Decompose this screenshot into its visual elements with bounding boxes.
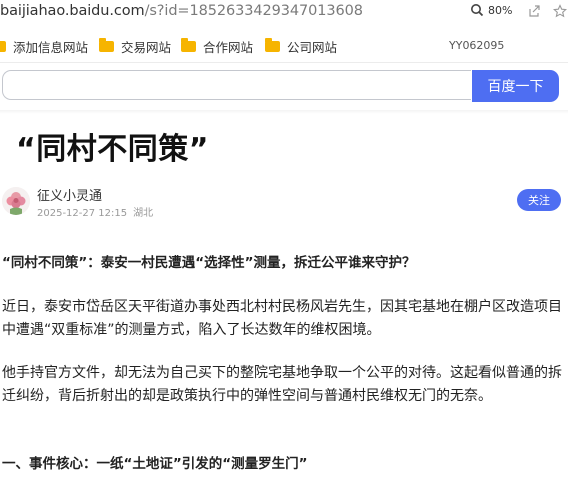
search-button[interactable]: 百度一下 <box>472 70 559 102</box>
section-heading: 一、事件核心：一纸“土地证”引发的“测量罗生门” <box>2 456 308 472</box>
address-bar[interactable]: baijiahao.baidu.com/s?id=185263342934701… <box>0 0 568 26</box>
url-host: baijiahao.baidu.com <box>0 3 145 19</box>
bookmark-label: 合作网站 <box>203 40 254 55</box>
zoom-indicator[interactable]: 80% <box>470 3 512 17</box>
folder-icon <box>0 41 6 52</box>
publish-location: 湖北 <box>133 208 154 219</box>
bookmark-code: YY062095 <box>449 39 505 52</box>
share-icon[interactable] <box>527 4 541 18</box>
article-paragraph: 他手持官方文件，却无法为自己买下的整院宅基地争取一个公平的对待。这起看似普通的拆… <box>2 365 562 404</box>
author-block: 征义小灵通 2025-12-27 12:15 湖北 关注 <box>0 183 568 223</box>
star-icon[interactable] <box>553 4 567 18</box>
header-divider <box>0 110 568 114</box>
url-text[interactable]: baijiahao.baidu.com/s?id=185263342934701… <box>0 3 363 19</box>
bookmark-label: 添加信息网站 <box>13 40 89 55</box>
avatar[interactable] <box>2 187 30 215</box>
bookmark-item[interactable]: 合作网站 <box>181 37 253 56</box>
bookmark-item[interactable]: 交易网站 <box>99 37 171 56</box>
article-lead: “同村不同策”：泰安一村民遭遇“选择性”测量，拆迁公平谁来守护？ <box>2 255 416 271</box>
follow-button[interactable]: 关注 <box>517 189 561 211</box>
bookmark-label: 交易网站 <box>121 40 172 55</box>
publish-date: 2025-12-27 12:15 <box>37 208 128 219</box>
flower-icon <box>2 187 30 215</box>
url-path: /s?id=1852633429347013608 <box>144 3 363 19</box>
zoom-icon <box>471 4 484 17</box>
bookmark-item[interactable]: 添加信息网站 <box>0 37 88 56</box>
author-meta: 2025-12-27 12:15 湖北 <box>37 204 153 219</box>
folder-icon <box>265 38 280 52</box>
zoom-level: 80% <box>488 3 513 17</box>
search-input[interactable] <box>2 70 471 100</box>
folder-icon <box>181 38 196 52</box>
search-bar: 百度一下 <box>0 70 568 104</box>
bookmarks-bar: 添加信息网站 交易网站 合作网站 公司网站 YY062095 <box>0 26 568 63</box>
folder-icon <box>99 38 114 52</box>
author-name[interactable]: 征义小灵通 <box>37 185 102 204</box>
article-paragraph: 近日，泰安市岱岳区天平街道办事处西北村村民杨风岩先生，因其宅基地在棚户区改造项目… <box>2 299 562 338</box>
bookmark-item[interactable]: 公司网站 <box>265 37 337 56</box>
bookmark-label: 公司网站 <box>287 40 338 55</box>
article-title: “同村不同策” <box>16 132 209 167</box>
